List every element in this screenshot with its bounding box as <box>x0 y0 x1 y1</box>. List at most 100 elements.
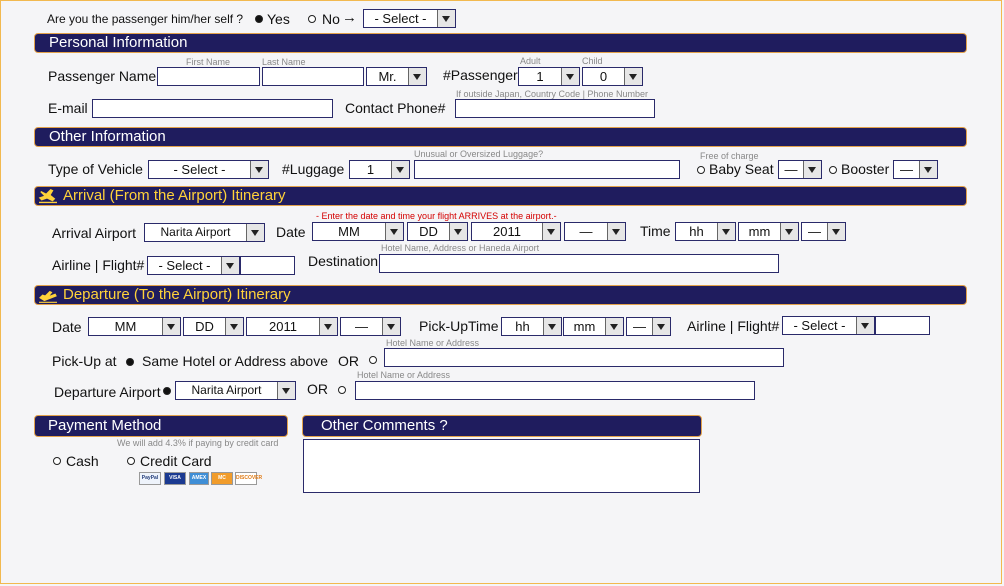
departure-flight-input[interactable] <box>875 316 930 335</box>
chevron-down-icon <box>542 223 560 240</box>
booster-select[interactable]: — <box>893 160 938 179</box>
last-name-input[interactable] <box>262 67 364 86</box>
departure-hotel-input[interactable] <box>355 381 755 400</box>
arrival-year-select[interactable]: 2011 <box>471 222 561 241</box>
pickup-hour-select[interactable]: hh <box>501 317 562 336</box>
cash-label: Cash <box>66 453 99 469</box>
radio-self-yes-label: Yes <box>267 11 290 27</box>
arrival-era-select[interactable]: — <box>564 222 626 241</box>
vehicle-type-value: - Select - <box>173 162 226 177</box>
departure-date-label: Date <box>52 319 82 335</box>
pickup-ampm-value: — <box>633 319 646 334</box>
radio-self-yes[interactable] <box>255 15 263 23</box>
arrival-ampm-select[interactable]: — <box>801 222 846 241</box>
departure-airport-select[interactable]: Narita Airport <box>175 381 296 400</box>
free-charge-hint: Free of charge <box>700 151 759 161</box>
radio-cash[interactable] <box>53 457 61 465</box>
departure-day-select[interactable]: DD <box>183 317 244 336</box>
email-input[interactable] <box>92 99 333 118</box>
personal-info-header: Personal Information <box>34 33 967 53</box>
arrival-flight-input[interactable] <box>240 256 295 275</box>
arrival-hour-select[interactable]: hh <box>675 222 736 241</box>
arrival-airport-select[interactable]: Narita Airport <box>144 223 265 242</box>
arrival-title: Arrival (From the Airport) Itinerary <box>63 187 286 204</box>
first-name-input[interactable] <box>157 67 260 86</box>
child-select-value: 0 <box>599 69 608 84</box>
departure-airline-select[interactable]: - Select - <box>782 316 875 335</box>
radio-booster[interactable] <box>829 166 837 174</box>
booker-select-value: - Select - <box>374 11 427 26</box>
radio-baby-seat[interactable] <box>697 166 705 174</box>
pickup-time-label: Pick-UpTime <box>419 318 499 334</box>
arrival-airline-label: Airline | Flight# <box>52 257 145 273</box>
radio-credit-card[interactable] <box>127 457 135 465</box>
arrival-day-value: DD <box>419 224 438 239</box>
destination-input[interactable] <box>379 254 779 273</box>
departure-title: Departure (To the Airport) Itinerary <box>63 286 291 303</box>
phone-hint: If outside Japan, Country Code | Phone N… <box>456 89 648 99</box>
arrival-era-value: — <box>579 224 593 239</box>
pickup-or-label: OR <box>338 353 359 369</box>
mastercard-icon: MC <box>211 472 233 485</box>
contact-phone-input[interactable] <box>455 99 655 118</box>
arrow-right-icon: → <box>342 9 357 26</box>
chevron-down-icon <box>543 318 561 335</box>
radio-self-no[interactable] <box>308 15 316 23</box>
chevron-down-icon <box>827 223 845 240</box>
child-select[interactable]: 0 <box>582 67 643 86</box>
luggage-select[interactable]: 1 <box>349 160 410 179</box>
pickup-minute-select[interactable]: mm <box>563 317 624 336</box>
title-select[interactable]: Mr. <box>366 67 427 86</box>
baby-seat-select[interactable]: — <box>778 160 822 179</box>
arrival-day-select[interactable]: DD <box>407 222 468 241</box>
departure-month-select[interactable]: MM <box>88 317 181 336</box>
departure-year-select[interactable]: 2011 <box>246 317 338 336</box>
other-info-header: Other Information <box>34 127 967 147</box>
radio-self-no-label: No <box>322 11 340 27</box>
chevron-down-icon <box>607 223 625 240</box>
destination-label: Destination <box>308 253 379 269</box>
arrival-airline-value: - Select - <box>158 258 211 273</box>
departure-header: Departure (To the Airport) Itinerary <box>34 285 967 305</box>
num-passenger-label: #Passenger <box>443 67 518 83</box>
radio-same-hotel[interactable] <box>126 358 134 366</box>
baby-seat-value: — <box>784 162 798 177</box>
credit-card-label: Credit Card <box>140 453 212 469</box>
booker-select[interactable]: - Select - <box>363 9 456 28</box>
chevron-down-icon <box>780 223 798 240</box>
pickup-minute-value: mm <box>573 319 596 334</box>
departure-hotel-hint: Hotel Name or Address <box>357 370 451 380</box>
pickup-hotel-input[interactable] <box>384 348 784 367</box>
oversized-luggage-input[interactable] <box>414 160 680 179</box>
arrival-header: Arrival (From the Airport) Itinerary <box>34 186 967 206</box>
chevron-down-icon <box>277 382 295 399</box>
radio-pickup-other[interactable] <box>369 356 377 364</box>
comments-title: Other Comments ? <box>321 417 448 434</box>
title-select-value: Mr. <box>378 69 397 84</box>
booster-label: Booster <box>841 161 890 177</box>
radio-departure-airport[interactable] <box>163 387 171 395</box>
pickup-ampm-select[interactable]: — <box>626 317 671 336</box>
radio-departure-other[interactable] <box>338 386 346 394</box>
arrival-airline-select[interactable]: - Select - <box>147 256 240 275</box>
chevron-down-icon <box>221 257 239 274</box>
pickup-hour-value: hh <box>515 319 530 334</box>
vehicle-type-select[interactable]: - Select - <box>148 160 269 179</box>
comments-textarea[interactable] <box>303 439 700 493</box>
arrival-minute-select[interactable]: mm <box>738 222 799 241</box>
chevron-down-icon <box>162 318 180 335</box>
departure-airline-label: Airline | Flight# <box>687 318 780 334</box>
chevron-down-icon <box>561 68 579 85</box>
adult-select[interactable]: 1 <box>518 67 580 86</box>
adult-hint: Adult <box>520 56 541 66</box>
chevron-down-icon <box>319 318 337 335</box>
arrival-month-select[interactable]: MM <box>312 222 404 241</box>
chevron-down-icon <box>250 161 268 178</box>
departure-era-select[interactable]: — <box>340 317 401 336</box>
personal-info-title: Personal Information <box>49 34 188 51</box>
last-name-hint: Last Name <box>262 57 306 67</box>
arrival-ampm-value: — <box>808 224 821 239</box>
chevron-down-icon <box>382 318 400 335</box>
child-hint: Child <box>582 56 603 66</box>
luggage-hint: Unusual or Oversized Luggage? <box>414 149 544 159</box>
